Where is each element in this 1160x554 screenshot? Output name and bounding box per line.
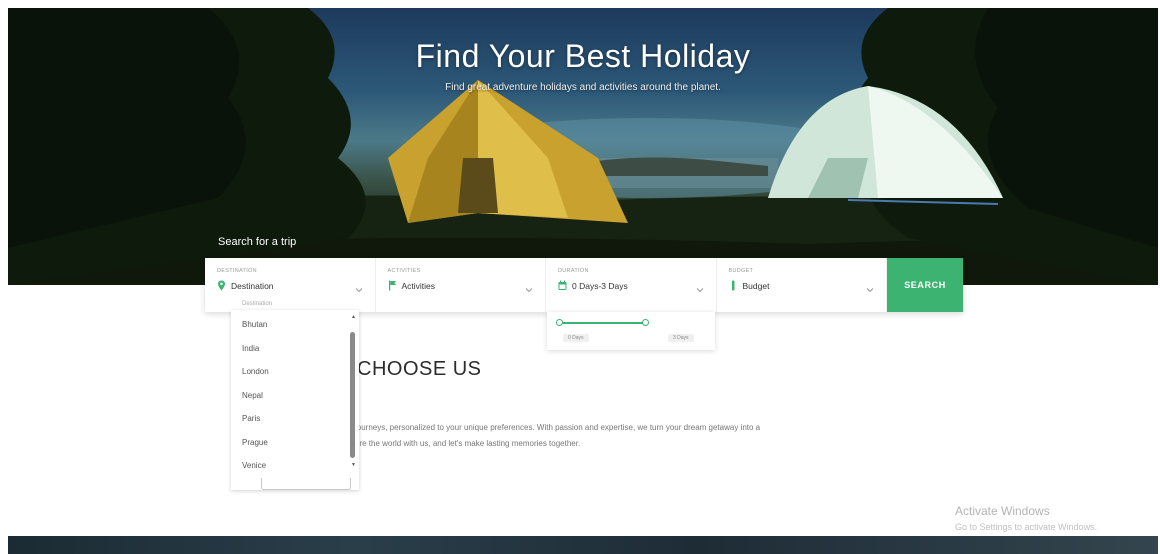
destination-value: Destination (231, 280, 274, 291)
next-section-image (8, 536, 1158, 554)
chevron-down-icon (355, 288, 362, 293)
duration-max-handle[interactable] (642, 319, 649, 326)
activities-value: Activities (401, 280, 436, 291)
activities-caption: Activities (387, 268, 421, 274)
windows-activation-hint: Go to Settings to activate Windows. (955, 522, 1098, 532)
destination-caption: Destination (217, 268, 257, 274)
dropdown-option-prague[interactable]: Prague (242, 438, 268, 447)
dropdown-option-destination[interactable]: Destination (242, 301, 272, 307)
chevron-down-icon (525, 288, 533, 293)
dropdown-footer-outline (261, 478, 351, 490)
section-text: journeys, personalized to your unique pr… (355, 420, 915, 452)
windows-activation-watermark: Activate Windows (955, 504, 1050, 518)
duration-min-label: 0 Days (563, 334, 589, 342)
page: Find Your Best Holiday Find great advent… (0, 0, 1160, 554)
duration-caption: Duration (558, 268, 589, 274)
destination-select[interactable]: Destination Destination (205, 258, 376, 312)
dropdown-option-nepal[interactable]: Nepal (242, 391, 263, 400)
hero-title: Find Your Best Holiday (415, 38, 751, 74)
scroll-up-arrow-icon[interactable]: ▲ (351, 314, 356, 320)
search-heading: Search for a trip (218, 236, 297, 248)
money-icon (731, 280, 734, 291)
duration-select[interactable]: Duration 0 Days-3 Days (546, 258, 717, 312)
dropdown-option-venice[interactable]: Venice (242, 461, 266, 470)
flag-icon (388, 280, 396, 291)
dropdown-scrollbar-thumb[interactable] (350, 332, 355, 458)
calendar-icon (558, 280, 567, 290)
duration-range-track[interactable] (559, 322, 645, 324)
duration-value: 0 Days-3 Days (572, 280, 628, 291)
chevron-down-icon (866, 288, 874, 293)
dropdown-option-london[interactable]: London (242, 367, 269, 376)
chevron-down-icon (696, 288, 703, 293)
hero-banner: Find Your Best Holiday Find great advent… (8, 8, 1158, 285)
duration-range-popup: 0 Days 3 Days (547, 312, 715, 350)
section-text-line: ore the world with us, and let's make la… (355, 439, 581, 448)
section-title: CHOOSE US (357, 358, 482, 380)
trip-search-bar: Destination Destination Activities Activ… (205, 258, 963, 312)
budget-select[interactable]: Budget Budget (717, 258, 887, 312)
map-pin-icon (218, 280, 225, 291)
dropdown-option-paris[interactable]: Paris (242, 414, 260, 423)
search-button[interactable]: SEARCH (887, 258, 963, 312)
destination-dropdown-list[interactable]: Destination Bhutan India London Nepal Pa… (231, 301, 359, 490)
dropdown-option-bhutan[interactable]: Bhutan (242, 320, 267, 329)
budget-caption: Budget (728, 268, 754, 274)
dropdown-option-india[interactable]: India (242, 344, 259, 353)
scroll-down-arrow-icon[interactable]: ▼ (351, 462, 356, 468)
hero-subtitle: Find great adventure holidays and activi… (445, 82, 721, 93)
duration-min-handle[interactable] (556, 319, 563, 326)
duration-max-label: 3 Days (668, 334, 694, 342)
budget-value: Budget (742, 280, 770, 291)
section-text-line: journeys, personalized to your unique pr… (355, 423, 761, 432)
activities-select[interactable]: Activities Activities (376, 258, 546, 312)
